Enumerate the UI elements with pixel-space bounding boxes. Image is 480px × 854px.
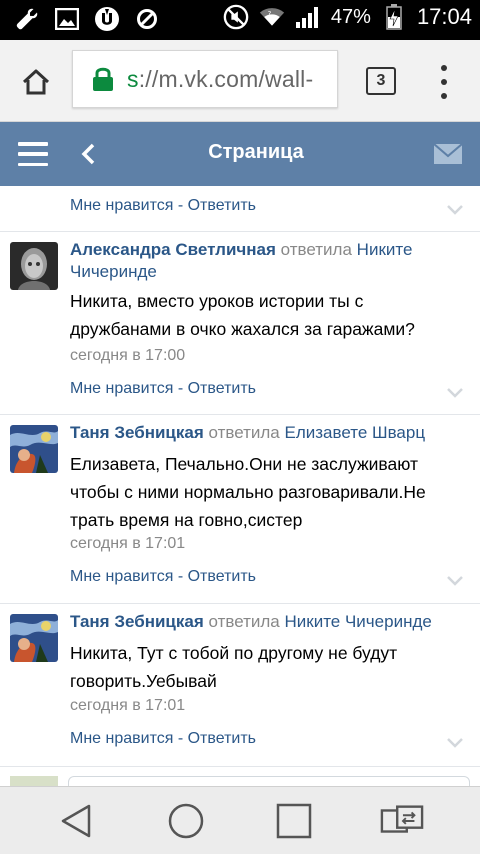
image-icon [54,6,80,32]
battery-charging-icon [381,4,407,30]
comment-item: Таня Зебницкая ответила Никите Чичеринде… [0,604,480,766]
comment-actions: Мне нравится - Ответить [70,568,256,585]
url-scheme: s [127,65,139,92]
home-icon [22,69,50,95]
avatar[interactable] [10,614,58,662]
torrent-icon [94,6,120,32]
system-nav-bar [0,786,480,854]
comments-list: Мне нравится - Ответить Александра Светл… [0,186,480,786]
chevron-down-icon[interactable] [446,204,464,216]
comment-item: Александра Светличная ответила Никите Чи… [0,232,480,414]
comment-actions: Мне нравится - Ответить [70,197,256,214]
clock: 17:04 [416,4,472,29]
comment-reply-target[interactable]: Никите Чичеринде [285,612,432,631]
recents-square-icon [276,803,312,839]
comment-author[interactable]: Александра Светличная [70,240,276,259]
url-path: ://m.vk.com/wall- [138,65,314,92]
mail-icon[interactable] [434,141,462,167]
comment-text: Никита, Тут с тобой по другому не будут … [70,643,398,691]
comment-time: сегодня в 17:01 [70,697,186,714]
reply-input[interactable] [68,776,470,786]
comment-verb: ответила [208,612,280,631]
nav-back-button[interactable] [54,801,98,841]
signal-icon [295,4,321,30]
comment-time: сегодня в 17:00 [70,347,186,364]
chevron-down-icon[interactable] [446,737,464,749]
svg-text:?: ? [268,10,272,18]
reply-link[interactable]: Ответить [188,380,256,397]
chevron-down-icon[interactable] [446,387,464,399]
url-text: s://m.vk.com/wall- [127,66,313,93]
tab-switcher-button[interactable]: 3 [366,67,396,95]
comment-time: сегодня в 17:01 [70,535,186,552]
status-bar: ? 47% 17:04 [0,0,480,40]
battery-percent: 47% [330,5,371,28]
comment-actions: Мне нравится - Ответить [70,730,256,747]
back-triangle-icon [61,804,91,838]
reply-link[interactable]: Ответить [188,197,256,214]
wrench-icon [14,6,40,32]
nav-recents-button[interactable] [272,801,316,841]
more-icon [441,65,447,71]
tab-count: 3 [376,72,386,89]
nav-switch-apps-button[interactable] [380,801,424,841]
browser-toolbar: s://m.vk.com/wall- 3 [0,40,480,122]
home-circle-icon [168,803,204,839]
comment-author[interactable]: Таня Зебницкая [70,423,204,442]
like-link[interactable]: Мне нравится [70,380,173,397]
divider [0,766,480,767]
blocked-icon [134,6,160,32]
app-header: Страница [0,122,480,186]
chevron-down-icon[interactable] [446,575,464,587]
mute-icon [223,4,249,30]
comment-text: Елизавета, Печально.Они не заслуживают ч… [70,454,426,530]
comment-reply-target[interactable]: Елизавете Шварц [285,423,426,442]
url-bar[interactable]: s://m.vk.com/wall- [72,50,338,108]
comment-actions: Мне нравится - Ответить [70,380,256,397]
like-link[interactable]: Мне нравится [70,730,173,747]
comment-text: Никита, вместо уроков истории ты с дружб… [70,291,415,339]
avatar [10,776,58,786]
home-button[interactable] [14,62,58,102]
reply-link[interactable]: Ответить [188,568,256,585]
comment-author[interactable]: Таня Зебницкая [70,612,204,631]
lock-icon [93,67,113,91]
avatar[interactable] [10,242,58,290]
nav-home-button[interactable] [164,801,208,841]
switch-windows-icon [380,805,424,833]
browser-menu-button[interactable] [434,65,454,99]
like-link[interactable]: Мне нравится [70,568,173,585]
avatar[interactable] [10,425,58,473]
comment-verb: ответила [208,423,280,442]
like-link[interactable]: Мне нравится [70,197,173,214]
wifi-icon: ? [259,4,285,30]
comment-verb: ответила [280,240,352,259]
reply-link[interactable]: Ответить [188,730,256,747]
comment-item: Таня Зебницкая ответила Елизавете Шварц … [0,415,480,603]
page-title: Страница [208,141,304,163]
